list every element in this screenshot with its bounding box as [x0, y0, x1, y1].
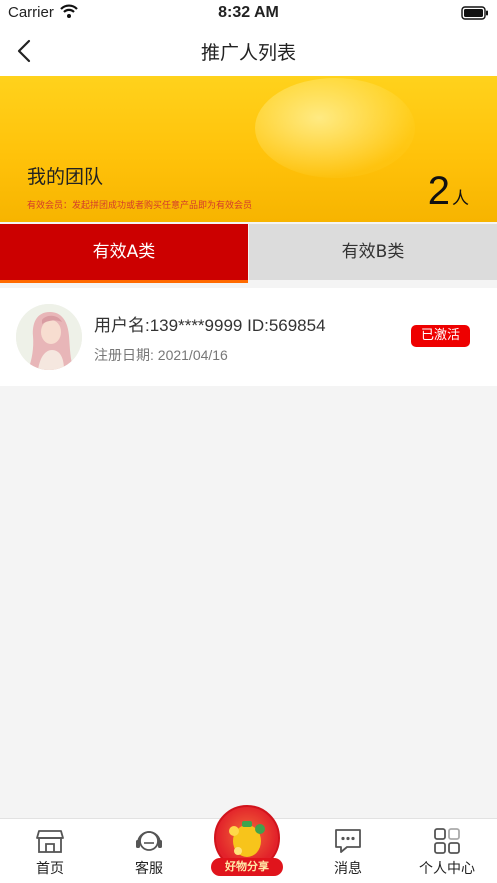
- member-register-date: 注册日期: 2021/04/16: [94, 347, 228, 363]
- headset-icon: [134, 827, 164, 855]
- list-item[interactable]: 用户名:139****9999 ID:569854 注册日期: 2021/04/…: [0, 288, 497, 386]
- category-tabs: 有效A类 有效B类: [0, 224, 497, 284]
- active-tab-indicator: [0, 280, 248, 283]
- chat-icon: [333, 827, 363, 855]
- team-banner: 我的团队 有效会员：发起拼团成功或者购买任意产品即为有效会员 2人: [0, 76, 497, 222]
- member-username: 用户名:139****9999 ID:569854: [94, 316, 326, 335]
- share-goods-label: 好物分享: [211, 858, 283, 876]
- team-count-number: 2: [427, 169, 450, 213]
- tabbar-messages-label: 消息: [334, 861, 362, 877]
- battery-icon: [461, 5, 489, 24]
- shop-icon: [35, 827, 65, 855]
- team-count-unit: 人: [452, 189, 469, 209]
- grid-icon: [432, 827, 462, 855]
- share-goods-button[interactable]: 好物分享: [211, 805, 283, 881]
- status-bar: Carrier 8:32 AM: [0, 0, 497, 26]
- status-badge: 已激活: [411, 325, 470, 347]
- tab-valid-a[interactable]: 有效A类: [0, 224, 248, 280]
- status-time: 8:32 AM: [218, 4, 279, 21]
- tabbar-profile[interactable]: 个人中心: [397, 819, 497, 883]
- bottom-tab-bar: 首页 客服 好物分享 消息 个人中心: [0, 805, 497, 883]
- tabbar-profile-label: 个人中心: [419, 861, 475, 877]
- tabbar-service[interactable]: 客服: [99, 819, 199, 883]
- nav-bar: 推广人列表: [0, 26, 497, 76]
- tabbar-service-label: 客服: [135, 861, 163, 877]
- valid-member-note: 有效会员：发起拼团成功或者购买任意产品即为有效会员: [27, 201, 253, 211]
- tabbar-home-label: 首页: [36, 861, 64, 877]
- tab-valid-b[interactable]: 有效B类: [249, 224, 497, 280]
- team-count: 2人: [428, 169, 469, 214]
- page-title: 推广人列表: [200, 42, 296, 64]
- team-title: 我的团队: [27, 166, 104, 188]
- avatar: [16, 304, 82, 370]
- tabbar-home[interactable]: 首页: [0, 819, 100, 883]
- tabbar-messages[interactable]: 消息: [298, 819, 398, 883]
- banner-decoration: [255, 78, 415, 178]
